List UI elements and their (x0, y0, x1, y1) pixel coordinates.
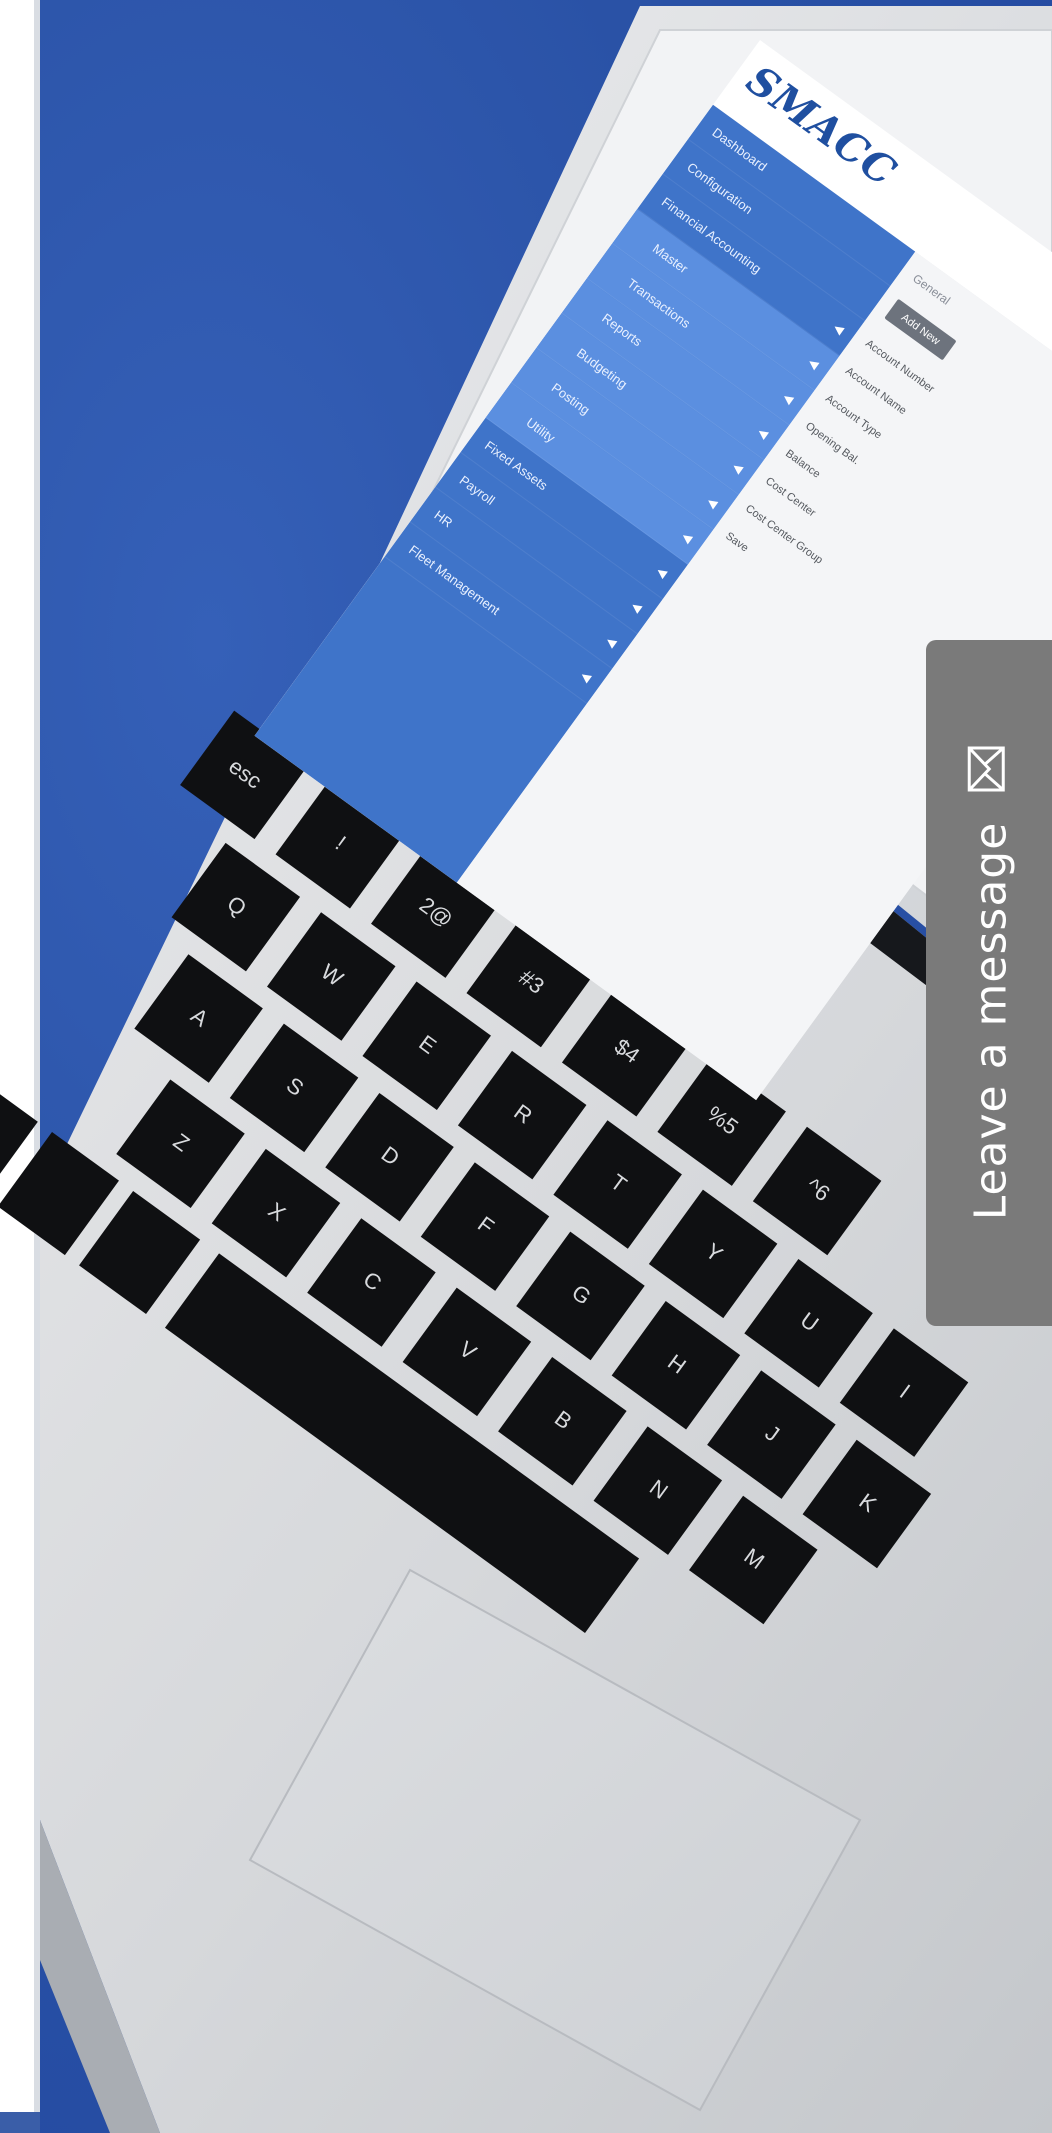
form-row-label: Balance (783, 447, 823, 481)
envelope-icon (965, 746, 1016, 792)
sidebar-item-label: Master (649, 240, 691, 277)
form-row-label: Cost Center (763, 475, 818, 520)
leave-message-tab[interactable]: Leave a message (926, 640, 1052, 1326)
leave-message-label: Leave a message (964, 821, 1016, 1221)
add-new-button: Add New (884, 298, 957, 361)
form-row-label: Opening Bal. (803, 420, 862, 468)
breadcrumb: General (910, 271, 953, 308)
sidebar-item-label: HR (431, 507, 456, 531)
sidebar-item-label: Reports (599, 310, 645, 350)
form-row-label: Save (723, 530, 751, 555)
sidebar-item-label: Utility (523, 414, 558, 446)
page-canvas: esc! 2@ #3 $4 %5 ^6 Q W E R T Y U I A S D F G H J K Z X C V B N M SM… (0, 0, 1052, 2133)
form-row-label: Account Type (823, 392, 884, 442)
sidebar-item-label: Posting (548, 379, 593, 418)
sidebar-item-label: Payroll (456, 472, 498, 509)
